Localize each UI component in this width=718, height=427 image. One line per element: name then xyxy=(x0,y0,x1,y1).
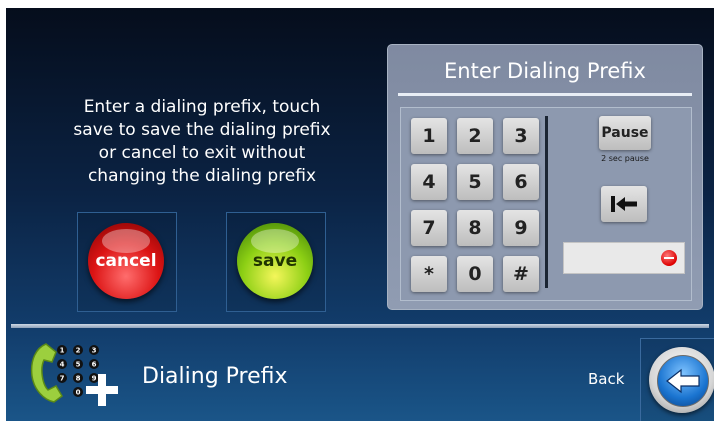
key-hash[interactable]: # xyxy=(503,256,539,292)
save-button[interactable]: save xyxy=(237,223,313,299)
save-tile: save xyxy=(226,212,326,312)
cancel-label: cancel xyxy=(95,251,157,271)
keypad-title: Enter Dialing Prefix xyxy=(444,59,646,83)
dialing-prefix-screen: Enter a dialing prefix, touch save to sa… xyxy=(6,8,714,421)
key-4[interactable]: 4 xyxy=(411,164,447,200)
cancel-tile: cancel xyxy=(77,212,177,312)
icon-digit-2: 2 xyxy=(76,347,81,355)
icon-digit-6: 6 xyxy=(92,361,97,369)
back-button[interactable] xyxy=(649,347,714,413)
icon-digit-1: 1 xyxy=(60,347,65,355)
instructions-line-3: or cancel to exit without xyxy=(98,143,306,163)
key-3[interactable]: 3 xyxy=(503,118,539,154)
keypad-panel: Enter Dialing Prefix 1 2 3 4 5 6 7 8 9 *… xyxy=(387,44,703,310)
pause-caption: 2 sec pause xyxy=(601,154,649,163)
save-gloss xyxy=(251,229,299,253)
key-6[interactable]: 6 xyxy=(503,164,539,200)
key-1[interactable]: 1 xyxy=(411,118,447,154)
save-label: save xyxy=(252,251,298,271)
back-arrow-icon xyxy=(666,368,700,394)
key-7[interactable]: 7 xyxy=(411,210,447,246)
icon-digit-5: 5 xyxy=(76,361,81,369)
keypad-area: 1 2 3 4 5 6 7 8 9 * 0 # Pause 2 sec paus… xyxy=(400,107,692,301)
icon-digit-8: 8 xyxy=(76,375,81,383)
back-label: Back xyxy=(588,370,625,388)
key-8[interactable]: 8 xyxy=(457,210,493,246)
footer-divider xyxy=(11,324,709,328)
icon-digit-4: 4 xyxy=(60,361,65,369)
pause-label: Pause xyxy=(601,125,649,141)
instructions-line-2: save to save the dialing prefix xyxy=(73,120,331,140)
back-button-face xyxy=(657,355,709,407)
cancel-button[interactable]: cancel xyxy=(88,223,164,299)
clear-icon[interactable] xyxy=(661,250,677,266)
backspace-button[interactable] xyxy=(601,186,647,222)
back-tile xyxy=(640,338,714,421)
icon-digit-3: 3 xyxy=(92,347,97,355)
keypad-title-rule xyxy=(398,93,692,96)
keypad-divider xyxy=(545,116,548,288)
instructions-text: Enter a dialing prefix, touch save to sa… xyxy=(52,96,352,188)
prefix-input[interactable] xyxy=(563,242,685,274)
key-star[interactable]: * xyxy=(411,256,447,292)
pause-button[interactable]: Pause xyxy=(599,116,651,150)
instructions-line-4: changing the dialing prefix xyxy=(87,166,317,186)
instructions-line-1: Enter a dialing prefix, touch xyxy=(83,97,321,117)
key-0[interactable]: 0 xyxy=(457,256,493,292)
icon-digit-9: 9 xyxy=(92,375,97,383)
page-title: Dialing Prefix xyxy=(142,364,288,389)
key-9[interactable]: 9 xyxy=(503,210,539,246)
key-2[interactable]: 2 xyxy=(457,118,493,154)
icon-digit-0: 0 xyxy=(76,389,81,397)
backspace-icon xyxy=(611,196,637,212)
dialpad-handset-icon: 1 2 3 4 5 6 7 8 9 0 xyxy=(30,343,118,406)
cancel-gloss xyxy=(102,229,150,253)
key-5[interactable]: 5 xyxy=(457,164,493,200)
icon-digit-7: 7 xyxy=(60,375,65,383)
